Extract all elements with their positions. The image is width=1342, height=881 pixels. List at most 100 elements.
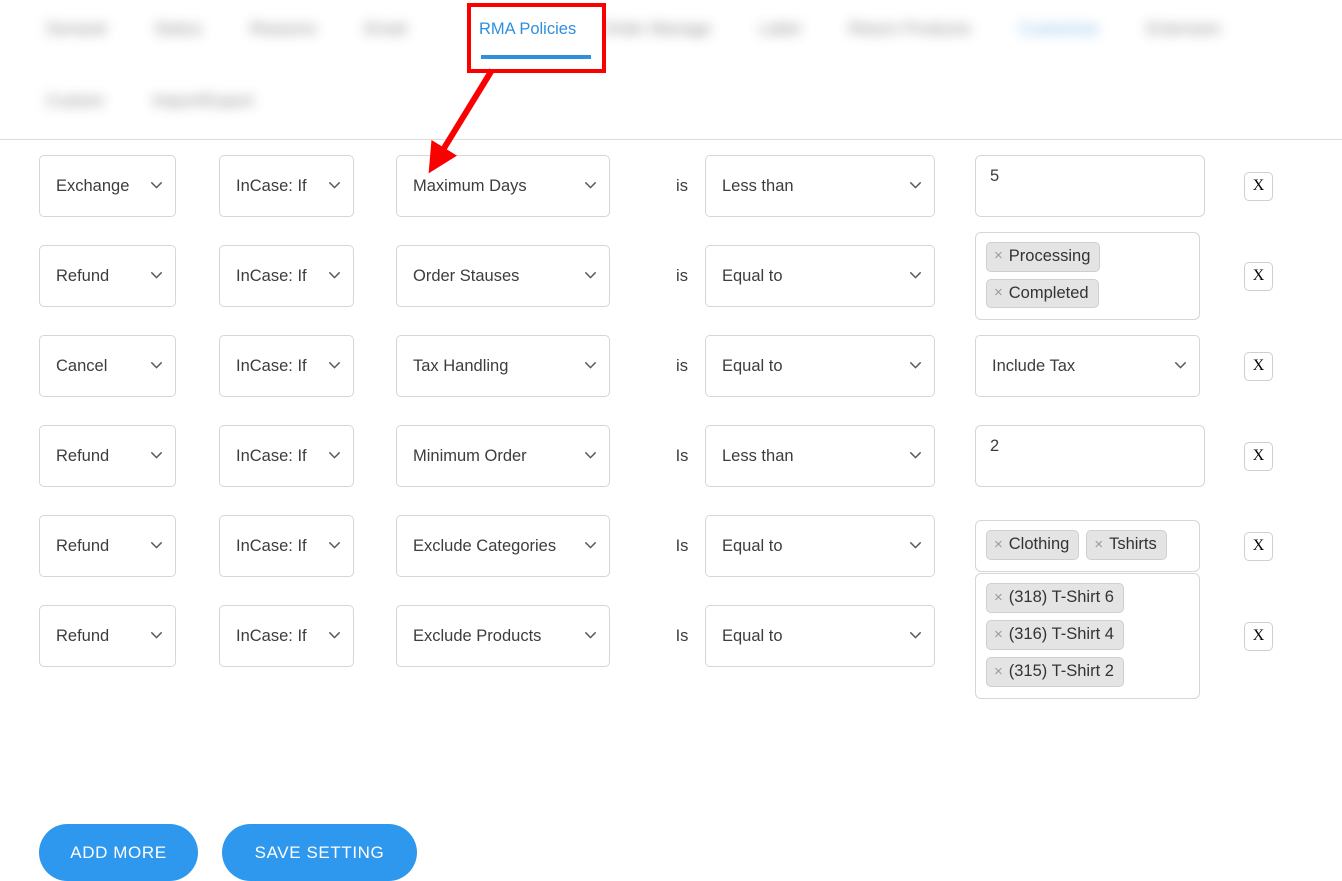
incase-select-value: InCase: If [236,627,307,646]
operator-select[interactable]: Equal to [705,245,935,307]
tag-remove-icon[interactable]: × [994,589,1003,606]
add-more-button[interactable]: ADD MORE [39,824,198,881]
condition-field-select[interactable]: Tax Handling [396,335,610,397]
tag-label: (316) T-Shirt 4 [1009,625,1114,644]
value-tag-input[interactable]: × Clothing × Tshirts [975,520,1200,572]
value-tag-input[interactable]: × Processing × Completed [975,232,1200,321]
chevron-down-icon [585,452,596,459]
chevron-down-icon [585,272,596,279]
tag-label: Processing [1009,247,1091,266]
tag-remove-icon[interactable]: × [994,284,1003,301]
value-select-value: Include Tax [992,357,1075,376]
action-select-value: Cancel [56,357,107,376]
tag-label: (318) T-Shirt 6 [1009,588,1114,607]
tag-remove-icon[interactable]: × [1094,536,1103,553]
value-input[interactable]: 2 [975,425,1205,487]
action-select[interactable]: Refund [39,515,176,577]
action-select[interactable]: Exchange [39,155,176,217]
tag-remove-icon[interactable]: × [994,663,1003,680]
chevron-down-icon [910,182,921,189]
tab-return-products[interactable]: Return Products [825,20,995,39]
operator-select[interactable]: Equal to [705,335,935,397]
condition-field-value: Minimum Order [413,447,527,466]
tag-remove-icon[interactable]: × [994,247,1003,264]
chevron-down-icon [151,632,162,639]
is-label: is [676,177,688,195]
chevron-down-icon [329,452,340,459]
is-label: Is [676,627,689,645]
condition-field-select[interactable]: Maximum Days [396,155,610,217]
value-select[interactable]: Include Tax [975,335,1200,397]
policy-rule-row: RefundInCase: IfOrder StausesisEqual to×… [0,231,1342,321]
save-setting-button[interactable]: SAVE SETTING [222,824,417,881]
condition-field-select[interactable]: Minimum Order [396,425,610,487]
operator-select[interactable]: Equal to [705,605,935,667]
incase-select-value: InCase: If [236,177,307,196]
tab-custom[interactable]: Custom [22,92,128,111]
value-tag-input[interactable]: × (318) T-Shirt 6 × (316) T-Shirt 4 × (315) T… [975,573,1200,699]
condition-field-select[interactable]: Order Stauses [396,245,610,307]
remove-rule-button[interactable]: X [1244,262,1273,291]
tag-label: Tshirts [1109,535,1157,554]
incase-select[interactable]: InCase: If [219,425,354,487]
tab-status[interactable]: Status [130,20,226,39]
settings-tab-bar: GenaralStatusReasonsEmailRMA PoliciesOrd… [0,0,1342,140]
chevron-down-icon [329,632,340,639]
action-select[interactable]: Refund [39,605,176,667]
is-label: Is [676,537,689,555]
operator-select[interactable]: Equal to [705,515,935,577]
condition-field-value: Exclude Products [413,627,541,646]
remove-rule-button[interactable]: X [1244,352,1273,381]
action-select[interactable]: Refund [39,425,176,487]
chevron-down-icon [151,362,162,369]
condition-field-value: Maximum Days [413,177,527,196]
chevron-down-icon [910,632,921,639]
tab-extension[interactable]: Extension [1123,20,1245,39]
incase-select[interactable]: InCase: If [219,515,354,577]
tag-label: (315) T-Shirt 2 [1009,662,1114,681]
operator-select[interactable]: Less than [705,155,935,217]
chevron-down-icon [585,542,596,549]
tab-rma-policies-label[interactable]: RMA Policies [479,20,576,39]
chevron-down-icon [585,362,596,369]
condition-field-select[interactable]: Exclude Products [396,605,610,667]
tag-label: Completed [1009,284,1089,303]
policy-rule-row: RefundInCase: IfMinimum OrderIsLess than… [0,411,1342,501]
tab-import-export[interactable]: Import/Export [128,92,278,111]
incase-select[interactable]: InCase: If [219,335,354,397]
incase-select[interactable]: InCase: If [219,245,354,307]
value-input[interactable]: 5 [975,155,1205,217]
remove-rule-button[interactable]: X [1244,172,1273,201]
tab-reasons[interactable]: Reasons [226,20,341,39]
value-tag: × (316) T-Shirt 4 [986,620,1124,650]
condition-field-select[interactable]: Exclude Categories [396,515,610,577]
operator-select-value: Equal to [722,537,783,556]
tag-label: Clothing [1009,535,1070,554]
tab-genaral[interactable]: Genaral [22,20,130,39]
tag-remove-icon[interactable]: × [994,536,1003,553]
chevron-down-icon [910,542,921,549]
tab-customize[interactable]: Customize [995,20,1123,39]
remove-rule-button[interactable]: X [1244,532,1273,561]
value-tag: × Processing [986,242,1100,272]
tab-email[interactable]: Email [341,20,431,39]
incase-select[interactable]: InCase: If [219,605,354,667]
chevron-down-icon [1175,362,1186,369]
chevron-down-icon [585,632,596,639]
operator-select-value: Equal to [722,627,783,646]
tab-label[interactable]: Label [735,20,824,39]
remove-rule-button[interactable]: X [1244,442,1273,471]
condition-field-value: Exclude Categories [413,537,556,556]
action-select[interactable]: Cancel [39,335,176,397]
action-select[interactable]: Refund [39,245,176,307]
remove-rule-button[interactable]: X [1244,622,1273,651]
operator-select-value: Less than [722,177,794,196]
action-select-value: Refund [56,267,109,286]
value-tag: × (318) T-Shirt 6 [986,583,1124,613]
is-label: is [676,357,688,375]
incase-select[interactable]: InCase: If [219,155,354,217]
tag-remove-icon[interactable]: × [994,626,1003,643]
condition-field-value: Order Stauses [413,267,519,286]
operator-select[interactable]: Less than [705,425,935,487]
rma-policy-rule-list: Exchange InCase: If Maximum Days is Less tha… [0,141,1342,681]
